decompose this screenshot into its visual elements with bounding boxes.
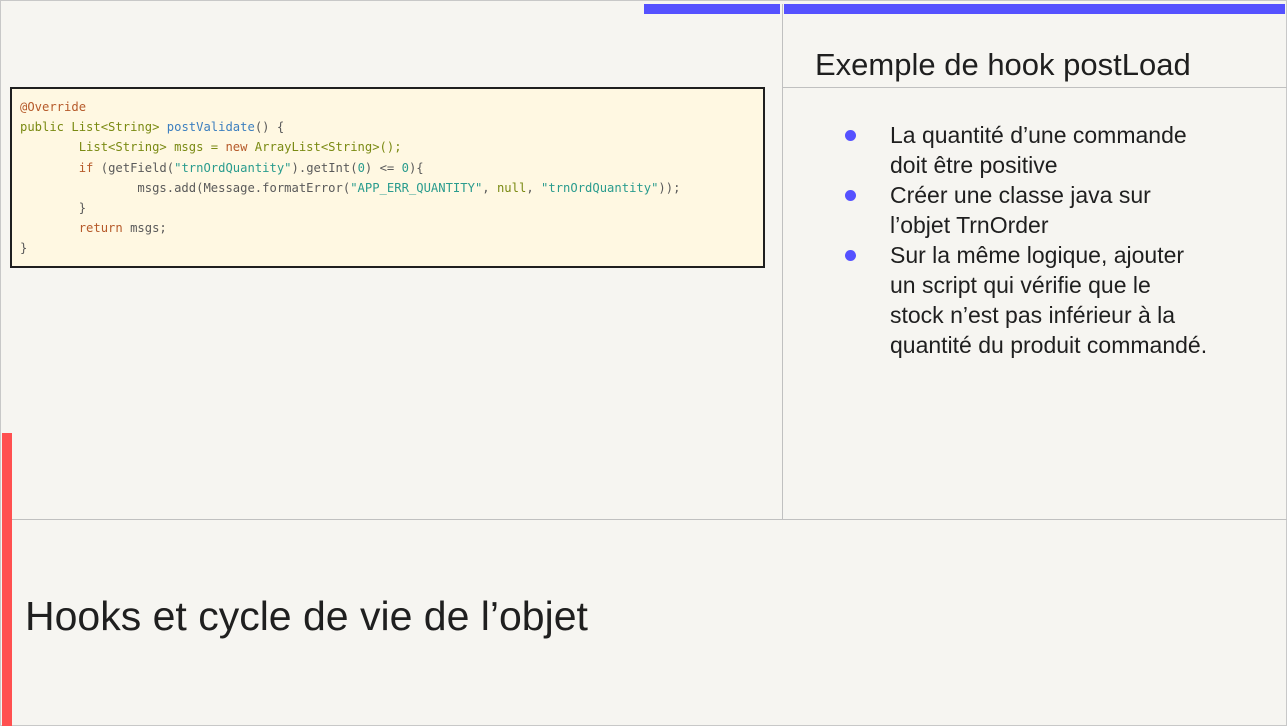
code-line-8: }: [20, 241, 28, 256]
top-accent-bar-right: [784, 4, 1285, 14]
code-snippet: @Override public List<String> postValida…: [10, 87, 765, 268]
bullet-text: Sur la même logique, ajouter un script q…: [890, 242, 1208, 358]
code-line-4: if (getField("trnOrdQuantity").getInt(0)…: [78, 160, 424, 175]
bullet-item: La quantité d’une commande doit être pos…: [842, 120, 1262, 180]
slide: @Override public List<String> postValida…: [0, 0, 1287, 726]
code-line-7: return msgs;: [78, 221, 167, 236]
top-accent-bar-left: [644, 4, 780, 14]
bullet-dot-icon: [845, 250, 856, 261]
bullet-list: La quantité d’une commande doit être pos…: [842, 120, 1262, 360]
code-line-6: }: [78, 201, 87, 216]
vertical-divider: [782, 4, 783, 519]
horizontal-divider: [11, 519, 1287, 520]
bullet-item: Créer une classe java sur l’objet TrnOrd…: [842, 180, 1262, 240]
bullet-item: Sur la même logique, ajouter un script q…: [842, 240, 1262, 360]
section-title: Exemple de hook postLoad: [815, 47, 1191, 82]
bullet-dot-icon: [845, 190, 856, 201]
slide-title: Hooks et cycle de vie de l’objet: [25, 593, 588, 639]
bullet-text: Créer une classe java sur l’objet TrnOrd…: [890, 182, 1151, 238]
code-block: @Override public List<String> postValida…: [12, 89, 763, 259]
bullet-dot-icon: [845, 130, 856, 141]
bullet-text: La quantité d’une commande doit être pos…: [890, 122, 1187, 178]
code-line-3: List<String> msgs = new ArrayList<String…: [78, 140, 402, 155]
code-line-1: @Override: [20, 100, 87, 114]
code-line-5: msgs.add(Message.formatError("APP_ERR_QU…: [137, 180, 681, 195]
title-divider: [783, 87, 1287, 88]
code-line-2: public List<String> postValidate() {: [20, 120, 285, 135]
left-accent-bar: [2, 433, 12, 726]
